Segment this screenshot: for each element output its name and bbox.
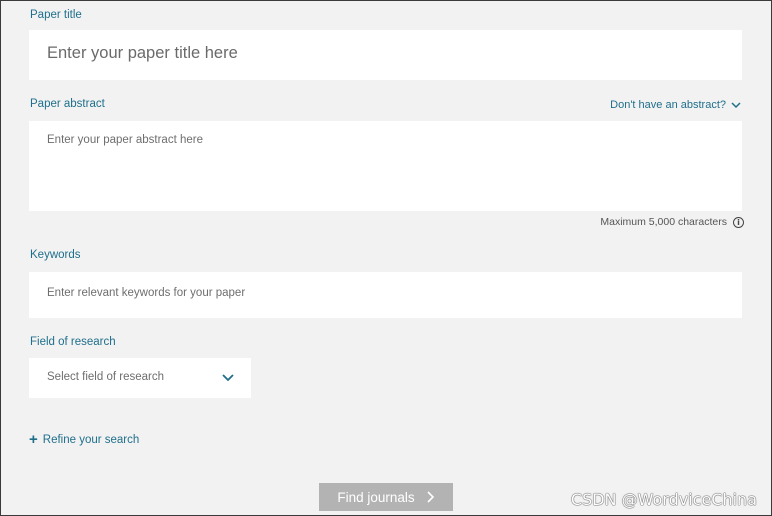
chevron-down-icon [222,374,234,382]
keywords-label: Keywords [30,249,81,261]
max-characters-text: Maximum 5,000 characters [600,216,727,228]
plus-icon: + [29,431,38,448]
dont-have-abstract-label: Don't have an abstract? [610,99,726,111]
field-of-research-label: Field of research [30,336,116,348]
field-of-research-select[interactable]: Select field of research [29,358,251,398]
paper-title-input[interactable]: Enter your paper title here [29,30,742,80]
watermark: CSDN @WordviceChina [570,490,757,509]
refine-search-link[interactable]: + Refine your search [29,431,140,448]
info-icon[interactable]: i [733,216,744,228]
chevron-down-icon [731,102,741,109]
paper-abstract-label: Paper abstract [30,98,105,110]
field-of-research-value: Select field of research [47,371,164,383]
paper-abstract-placeholder: Enter your paper abstract here [47,134,203,146]
keywords-input[interactable]: Enter relevant keywords for your paper [29,272,742,318]
find-journals-button[interactable]: Find journals [319,483,453,511]
journal-finder-form: Paper title Enter your paper title here … [0,0,772,516]
paper-title-label: Paper title [30,9,82,21]
refine-search-label: Refine your search [42,434,140,446]
paper-title-placeholder: Enter your paper title here [47,44,238,62]
keywords-placeholder: Enter relevant keywords for your paper [47,287,246,299]
max-characters-note: Maximum 5,000 characters i [600,216,744,228]
find-journals-label: Find journals [337,489,415,505]
paper-abstract-textarea[interactable]: Enter your paper abstract here [29,121,742,211]
dont-have-abstract-link[interactable]: Don't have an abstract? [610,99,742,111]
chevron-right-icon [427,491,434,503]
